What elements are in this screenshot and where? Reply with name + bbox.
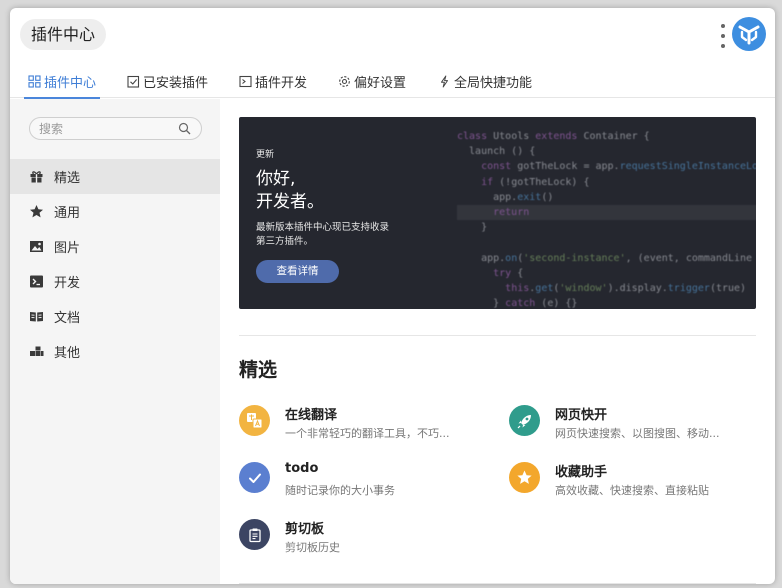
tab-label: 已安装插件 (143, 75, 209, 91)
header: 插件中心 (10, 8, 775, 64)
tab-label: 全局快捷功能 (454, 75, 533, 91)
search-input[interactable] (39, 120, 169, 137)
sidebar-nav: 精选 通用 图片 开发 文档 其他 (10, 159, 220, 369)
code-line: this.get('window').display.trigger(true) (505, 283, 747, 295)
plugin-card-translate[interactable]: 在线翻译 一个非常轻巧的翻译工具，不巧... (239, 401, 489, 441)
tab-bar: 插件中心 已安装插件 插件开发 偏好设置 全局快捷功能 (10, 64, 775, 99)
code-line: const gotTheLock = app.requestSingleInst… (481, 161, 756, 173)
banner-desc-line: 最新版本插件中心现已支持收录 (256, 222, 390, 233)
code-line: } catch (e) {} (457, 298, 578, 309)
dot-icon (721, 44, 725, 48)
plugin-card-web-quick-open[interactable]: 网页快开 网页快速搜索、以图搜图、移动... (509, 401, 759, 441)
main-content: class Utools extends Container { launch … (220, 99, 775, 584)
code-line: return (457, 205, 756, 221)
tab-plugin-center[interactable]: 插件中心 (23, 64, 101, 99)
code-line: class Utools extends Container { (457, 131, 650, 142)
star-icon (509, 462, 540, 493)
gift-icon (29, 169, 44, 184)
code-background: class Utools extends Container { launch … (457, 129, 756, 309)
tab-plugin-dev[interactable]: 插件开发 (239, 64, 307, 98)
plugin-desc: 网页快速搜索、以图搜图、移动... (555, 427, 720, 440)
clipboard-icon (239, 519, 270, 550)
gear-icon (339, 75, 350, 87)
translate-icon (239, 405, 270, 436)
divider (239, 583, 756, 584)
plugin-name: 收藏助手 (555, 465, 608, 480)
sidebar-item-label: 开发 (54, 276, 81, 291)
plugin-desc: 一个非常轻巧的翻译工具，不巧... (285, 427, 450, 440)
plugin-desc: 剪切板历史 (285, 541, 340, 554)
code-line: app.on('second-instance', (event, comman… (457, 252, 753, 264)
banner-title-line: 开发者。 (256, 192, 324, 212)
tab-installed[interactable]: 已安装插件 (127, 64, 208, 98)
sidebar-item-label: 其他 (54, 346, 81, 361)
sidebar-item-docs[interactable]: 文档 (10, 299, 220, 334)
plugin-desc: 随时记录你的大小事务 (285, 484, 395, 497)
banner-desc-line: 第三方插件。 (256, 236, 314, 247)
sidebar-item-dev[interactable]: 开发 (10, 264, 220, 299)
check-icon (239, 462, 270, 493)
image-icon (29, 239, 44, 254)
app-logo[interactable] (732, 17, 766, 51)
search-box (29, 117, 202, 140)
code-line: launch () { (457, 146, 536, 158)
app-window: 插件中心 插件中心 已安装插件 插件开发 偏好设置 全局快捷功能 搜索 精选 通… (10, 8, 775, 584)
more-menu-button[interactable] (719, 24, 727, 48)
search-icon[interactable] (178, 122, 191, 135)
sidebar-item-label: 精选 (54, 171, 81, 186)
sidebar-item-label: 通用 (54, 206, 81, 221)
code-line: app.exit() (457, 191, 554, 203)
sidebar-item-label: 文档 (54, 311, 81, 326)
sidebar: 精选 通用 图片 开发 文档 其他 (10, 99, 220, 584)
grid-icon (28, 74, 41, 88)
dot-icon (721, 34, 725, 38)
tab-label: 偏好设置 (354, 75, 407, 91)
checkbox-icon (127, 75, 140, 88)
terminal-icon (29, 274, 44, 289)
divider (239, 335, 756, 336)
rocket-icon (509, 405, 540, 436)
sidebar-item-label: 图片 (54, 241, 81, 256)
utools-logo-icon (738, 25, 760, 45)
plugin-name: 网页快开 (555, 408, 608, 423)
plugin-name: todo (285, 461, 319, 476)
code-line: } (457, 222, 488, 234)
terminal-icon (239, 75, 252, 87)
sidebar-item-other[interactable]: 其他 (10, 334, 220, 369)
banner-tag: 更新 (256, 150, 275, 160)
section-title: 精选 (239, 359, 278, 381)
sidebar-item-images[interactable]: 图片 (10, 229, 220, 264)
sidebar-item-featured[interactable]: 精选 (10, 159, 220, 194)
plugin-desc: 高效收藏、快速搜索、直接粘贴 (555, 484, 709, 497)
sidebar-item-general[interactable]: 通用 (10, 194, 220, 229)
plugin-name: 在线翻译 (285, 408, 338, 423)
plugin-card-todo[interactable]: todo 随时记录你的大小事务 (239, 458, 489, 498)
tab-preferences[interactable]: 偏好设置 (338, 64, 406, 98)
dot-icon (721, 24, 725, 28)
plugin-card-clipboard[interactable]: 剪切板 剪切板历史 (239, 515, 489, 555)
plugin-name: 剪切板 (285, 522, 325, 537)
page-title: 插件中心 (20, 19, 107, 50)
promo-banner[interactable]: class Utools extends Container { launch … (239, 117, 756, 309)
code-line: if (!gotTheLock) { (481, 176, 590, 188)
bolt-icon (441, 75, 448, 87)
banner-title: 你好, 开发者。 (256, 168, 426, 214)
star-icon (29, 204, 44, 219)
view-details-button[interactable]: 查看详情 (256, 260, 339, 283)
code-line: try { (493, 267, 524, 279)
tab-label: 插件开发 (255, 75, 308, 91)
tab-global-shortcuts[interactable]: 全局快捷功能 (438, 64, 532, 98)
blocks-icon (29, 344, 44, 359)
banner-text: 更新 你好, 开发者。 最新版本插件中心现已支持收录 第三方插件。 (256, 147, 426, 249)
book-icon (29, 309, 44, 324)
tab-label: 插件中心 (44, 75, 97, 91)
banner-title-line: 你好, (256, 169, 296, 189)
banner-description: 最新版本插件中心现已支持收录 第三方插件。 (256, 221, 426, 249)
plugin-card-favorites[interactable]: 收藏助手 高效收藏、快速搜索、直接粘贴 (509, 458, 759, 498)
